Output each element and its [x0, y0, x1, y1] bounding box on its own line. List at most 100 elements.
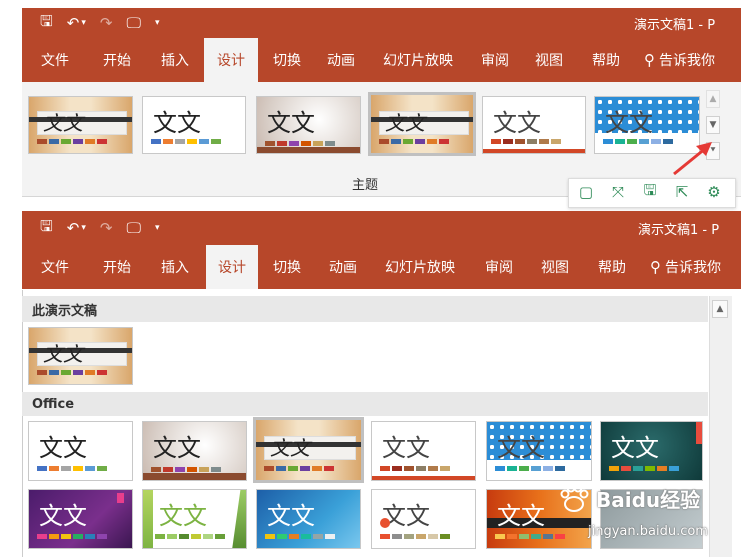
tell-me-label: 告诉我你 [665, 260, 721, 276]
theme-thumbnail-blue[interactable]: 文文 [256, 489, 361, 549]
theme-thumbnail-current[interactable]: 文文 [28, 96, 133, 154]
tab-file[interactable]: 文件 [30, 245, 80, 289]
watermark-logo-text: Baidu经验 [596, 487, 701, 512]
tell-me-label: 告诉我你 [659, 53, 715, 69]
theme-thumbnail-facet[interactable]: 文文 [482, 96, 586, 154]
theme-sample-text: 文文 [43, 111, 83, 135]
save-icon[interactable]: 🖫 [40, 216, 53, 241]
theme-sample-text: 文文 [497, 434, 545, 462]
theme-thumbnail-office[interactable]: 文文 [142, 96, 246, 154]
tab-file[interactable]: 文件 [30, 38, 80, 82]
save-icon[interactable]: 🖫 [635, 179, 665, 205]
tab-transitions[interactable]: 切换 [262, 245, 312, 289]
color-swatches [37, 370, 109, 375]
group-label-themes: 主题 [352, 178, 379, 193]
pointer-arrow-icon [673, 142, 712, 176]
tab-transitions[interactable]: 切换 [262, 38, 312, 82]
color-swatches [609, 466, 681, 471]
color-swatches [495, 466, 567, 471]
color-swatches [37, 534, 109, 539]
tab-design[interactable]: 设计 [204, 38, 258, 82]
customize-qat-icon[interactable]: ▾ [155, 223, 160, 233]
settings-icon[interactable]: ⚙ [699, 179, 729, 205]
theme-sample-text: 文文 [611, 434, 659, 462]
window-title: 演示文稿1 - P [638, 222, 720, 238]
tab-animations[interactable]: 动画 [318, 245, 368, 289]
theme-thumbnail-wood[interactable]: 文文 [253, 417, 364, 483]
undo-icon[interactable]: ↶ [67, 219, 80, 237]
tab-help[interactable]: 帮助 [584, 245, 640, 289]
ribbon-tabs-bottom: 文件 开始 插入 设计 切换 动画 幻灯片放映 审阅 视图 帮助 ⚲ 告诉我你 [22, 245, 741, 289]
undo-icon[interactable]: ↶ [67, 14, 80, 32]
gallery-scroll-up[interactable]: ▲ [706, 90, 720, 108]
theme-sample-text: 文文 [267, 109, 315, 137]
customize-qat-icon[interactable]: ▾ [155, 18, 160, 28]
share-icon[interactable]: ⇱ [667, 179, 697, 205]
theme-thumbnail-ion[interactable]: 文文 [600, 421, 703, 481]
color-swatches [379, 139, 451, 144]
gallery-scrollbar[interactable] [709, 296, 732, 557]
theme-sample-text: 文文 [39, 502, 87, 530]
color-swatches [491, 139, 563, 144]
undo-dropdown-icon[interactable]: ▾ [81, 223, 86, 233]
tab-home[interactable]: 开始 [92, 38, 142, 82]
tab-review[interactable]: 审阅 [470, 38, 520, 82]
theme-thumbnail-gallery[interactable]: 文文 [256, 96, 361, 154]
color-swatches [155, 534, 227, 539]
theme-thumbnail-green[interactable]: 文文 [142, 489, 247, 549]
theme-sample-text: 文文 [39, 434, 87, 462]
theme-thumbnail-current[interactable]: 文文 [28, 327, 133, 385]
theme-sample-text: 文文 [159, 502, 207, 530]
tab-insert[interactable]: 插入 [150, 38, 200, 82]
color-swatches [264, 466, 336, 471]
tab-slideshow[interactable]: 幻灯片放映 [376, 245, 464, 289]
tab-design[interactable]: 设计 [206, 245, 258, 289]
redo-icon[interactable]: ↷ [100, 14, 113, 32]
baidu-watermark-logo: Baidu经验 [556, 478, 706, 518]
color-swatches [265, 534, 337, 539]
fit-icon[interactable]: ▢ [571, 179, 601, 205]
theme-thumbnail-office[interactable]: 文文 [28, 421, 133, 481]
tab-insert[interactable]: 插入 [150, 245, 200, 289]
theme-sample-text: 文文 [153, 109, 201, 137]
theme-thumbnail-gallery[interactable]: 文文 [142, 421, 247, 481]
quick-access-toolbar: 🖫 ↶ ▾ ↷ 🖵 ▾ [40, 211, 173, 245]
color-swatches [265, 141, 337, 146]
mini-toolbar: ▢ ⤧ 🖫 ⇱ ⚙ [568, 178, 736, 208]
tell-me-box[interactable]: ⚲ 告诉我你 [644, 38, 741, 82]
expand-icon[interactable]: ⤧ [603, 179, 633, 205]
quick-access-toolbar: 🖫 ↶ ▾ ↷ 🖵 ▾ [40, 8, 173, 38]
save-icon[interactable]: 🖫 [40, 11, 53, 36]
redo-icon[interactable]: ↷ [100, 219, 113, 237]
theme-thumbnail-pattern[interactable]: 文文 [486, 421, 592, 481]
section-header-office: Office [22, 392, 708, 416]
ribbon-tabs-top: 文件 开始 插入 设计 切换 动画 幻灯片放映 审阅 视图 帮助 ⚲ 告诉我你 [22, 38, 741, 82]
tab-help[interactable]: 帮助 [578, 38, 634, 82]
tell-me-box[interactable]: ⚲ 告诉我你 [650, 245, 741, 289]
color-swatches [151, 139, 223, 144]
theme-thumbnail-purple[interactable]: 文文 [28, 489, 133, 549]
tab-view[interactable]: 视图 [524, 38, 574, 82]
tab-home[interactable]: 开始 [92, 245, 142, 289]
tab-animations[interactable]: 动画 [316, 38, 366, 82]
gallery-scroll-down[interactable]: ▼ [706, 116, 720, 134]
present-icon[interactable]: 🖵 [126, 219, 140, 237]
theme-sample-text: 文文 [43, 342, 83, 366]
undo-dropdown-icon[interactable]: ▾ [81, 18, 86, 28]
gallery-scroll-up[interactable]: ▲ [712, 300, 728, 318]
theme-sample-text: 文文 [270, 436, 310, 460]
tab-review[interactable]: 审阅 [474, 245, 524, 289]
present-icon[interactable]: 🖵 [126, 14, 140, 32]
theme-sample-text: 文文 [267, 502, 315, 530]
color-swatches [37, 139, 109, 144]
theme-thumbnail-facet[interactable]: 文文 [371, 421, 476, 481]
theme-thumbnail-wood[interactable]: 文文 [368, 92, 476, 156]
theme-sample-text: 文文 [382, 502, 430, 530]
tab-view[interactable]: 视图 [530, 245, 580, 289]
theme-thumbnail-retrospect[interactable]: 文文 [371, 489, 476, 549]
theme-sample-text: 文文 [153, 434, 201, 462]
tab-slideshow[interactable]: 幻灯片放映 [374, 38, 462, 82]
color-swatches [603, 139, 675, 144]
watermark-url: jingyan.baidu.com [588, 524, 708, 539]
color-swatches [151, 467, 223, 472]
